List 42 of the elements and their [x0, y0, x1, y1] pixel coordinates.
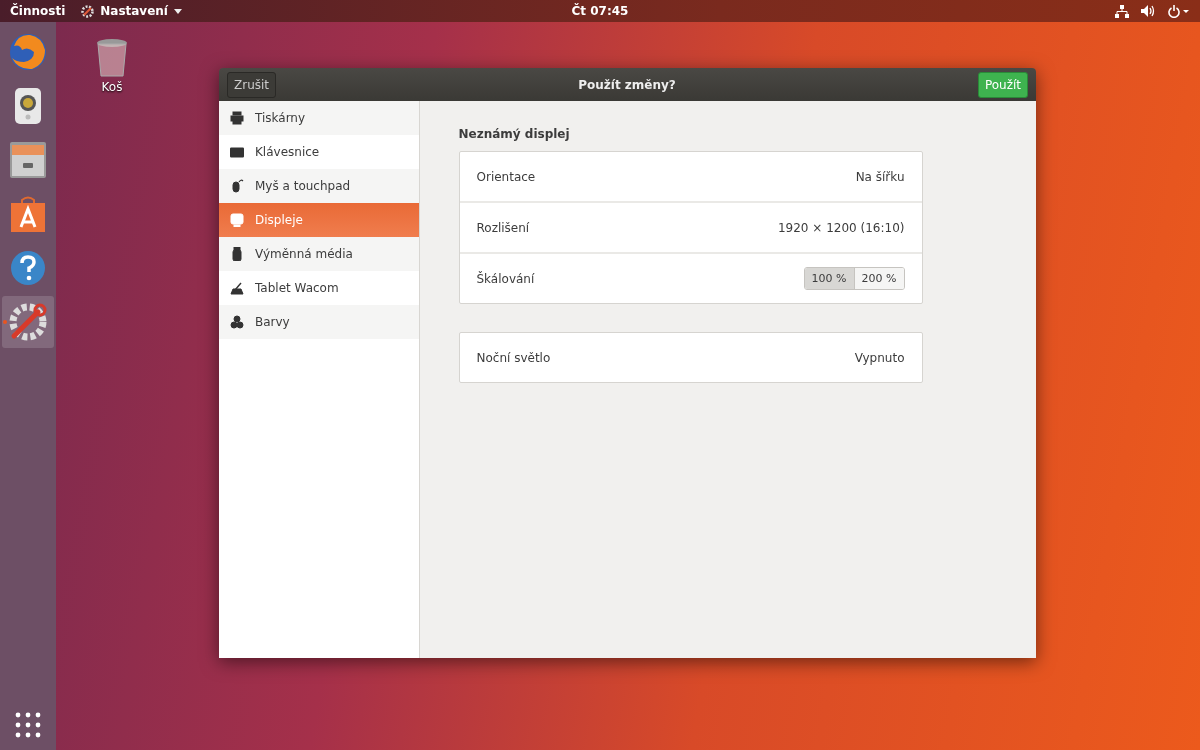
setting-value[interactable]: Na šířku: [855, 169, 905, 184]
setting-label: Rozlišení: [476, 220, 530, 235]
browser-icon[interactable]: [8, 32, 48, 72]
shopping-bag-icon[interactable]: [9, 195, 47, 233]
tablet-pen-icon: [230, 281, 244, 295]
help-icon[interactable]: [9, 249, 47, 287]
scale-option[interactable]: 200 %: [853, 268, 904, 289]
desktop-icon-label[interactable]: Koš: [101, 80, 123, 94]
window-title: Použít změny?: [578, 77, 676, 92]
show-applications-icon[interactable]: [15, 712, 41, 738]
keyboard-icon: [230, 145, 244, 159]
printer-icon: [230, 111, 244, 125]
sidebar-item[interactable]: Barvy: [219, 305, 419, 339]
setting-label: Orientace: [476, 169, 536, 184]
setting-value[interactable]: 1920 × 1200 (16:10): [777, 220, 905, 235]
activities-button[interactable]: Činnosti: [10, 4, 66, 18]
running-indicator: [3, 320, 7, 324]
settings-icon[interactable]: [8, 302, 48, 342]
file-cabinet-icon[interactable]: [9, 141, 47, 179]
sidebar-item[interactable]: Myš a touchpad: [219, 169, 419, 203]
circles-icon: [230, 315, 244, 329]
setting-label: Škálování: [476, 271, 535, 286]
usb-drive-icon: [230, 247, 244, 261]
volume-icon[interactable]: [1141, 5, 1156, 17]
cancel-button[interactable]: Zrušit: [227, 71, 277, 98]
section-heading: Neznámý displej: [458, 127, 571, 141]
trash-can-icon[interactable]: [95, 38, 129, 78]
sidebar-item[interactable]: Výměnná média: [219, 237, 419, 271]
scale-option[interactable]: 100 %: [804, 268, 854, 289]
setting-label: Noční světlo: [476, 350, 551, 365]
mouse-icon: [230, 179, 244, 193]
setting-value[interactable]: Vypnuto: [854, 350, 905, 365]
sidebar-item[interactable]: Tablet Wacom: [219, 271, 419, 305]
sidebar-item[interactable]: Klávesnice: [219, 135, 419, 169]
clock[interactable]: Čt 07:45: [571, 4, 629, 18]
caret-icon: [174, 8, 182, 14]
power-icon[interactable]: [1168, 4, 1190, 18]
sidebar-item[interactable]: Tiskárny: [219, 101, 419, 135]
network-icon[interactable]: [1115, 4, 1129, 18]
app-menu[interactable]: Nastavení: [81, 4, 182, 18]
monitor-icon: [230, 213, 244, 227]
gear-icon: [81, 4, 95, 18]
